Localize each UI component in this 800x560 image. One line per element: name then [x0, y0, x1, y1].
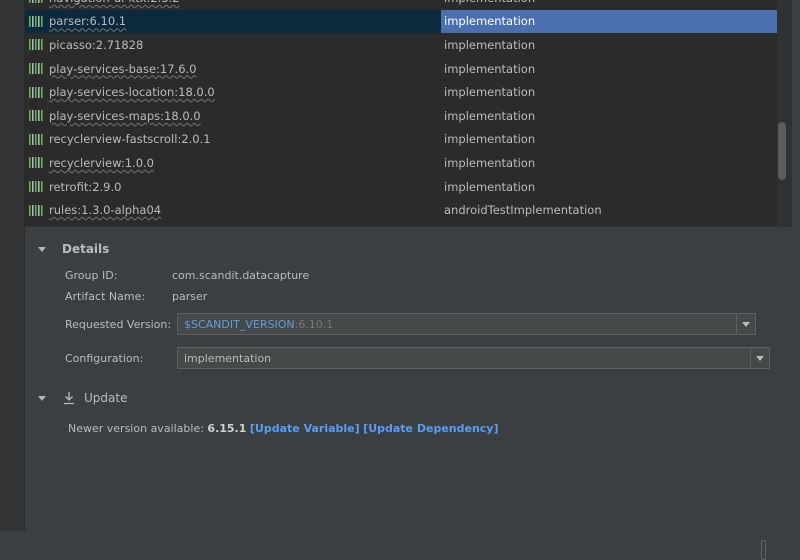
update-text: Newer version available:	[68, 422, 208, 435]
library-icon	[29, 15, 43, 27]
update-variable-link[interactable]: [Update Variable]	[250, 422, 360, 435]
update-title: Update	[84, 391, 128, 405]
library-icon	[29, 39, 43, 51]
dependency-cell[interactable]: recyclerview:1.0.0	[25, 151, 441, 175]
library-icon	[29, 0, 43, 4]
configuration-label: Configuration:	[65, 352, 144, 365]
configuration-cell[interactable]: implementation	[441, 57, 777, 81]
update-section-header[interactable]: Update	[38, 391, 127, 405]
left-tool-strip	[0, 0, 25, 531]
table-row[interactable]: play-services-location:18.0.0 implementat…	[25, 80, 777, 104]
download-icon	[64, 392, 74, 405]
table-row[interactable]: rules:1.3.0-alpha04 androidTestImplementa…	[25, 198, 777, 222]
configuration-cell[interactable]: implementation	[441, 104, 777, 128]
table-row[interactable]: retrofit:2.9.0 implementation	[25, 175, 777, 199]
artifact-name-value: parser	[172, 290, 208, 303]
dependency-cell[interactable]: play-services-location:18.0.0	[25, 80, 441, 104]
dependency-name: play-services-location:18.0.0	[49, 85, 215, 100]
table-row[interactable]: recyclerview:1.0.0 implementation	[25, 151, 777, 175]
library-icon	[29, 110, 43, 122]
table-scrollbar-thumb[interactable]	[778, 122, 786, 180]
collapse-triangle-icon[interactable]	[38, 395, 46, 401]
group-id-value: com.scandit.datacapture	[172, 269, 310, 282]
right-edge	[792, 0, 800, 531]
library-icon	[29, 204, 43, 216]
library-icon	[29, 133, 43, 145]
library-icon	[29, 86, 43, 98]
dependency-cell[interactable]: play-services-maps:18.0.0	[25, 104, 441, 128]
requested-version-dropdown-button[interactable]	[736, 314, 755, 334]
details-panel: Details Group ID: com.scandit.datacaptur…	[25, 226, 792, 560]
requested-version-field[interactable]: $SCANDIT_VERSION : 6.10.1	[177, 313, 756, 335]
dependency-name: parser:6.10.1	[49, 14, 127, 29]
collapse-triangle-icon[interactable]	[38, 246, 46, 252]
dependency-cell[interactable]: navigation-ui-ktx:2.3.2	[25, 0, 441, 10]
dependency-cell[interactable]: play-services-base:17.6.0	[25, 57, 441, 81]
dependency-name: play-services-base:17.6.0	[49, 61, 197, 76]
requested-version-side-button[interactable]	[761, 540, 766, 560]
dependency-cell[interactable]: recyclerview-fastscroll:2.0.1	[25, 128, 441, 152]
dependency-cell[interactable]: rules:1.3.0-alpha04	[25, 198, 441, 222]
configuration-cell[interactable]: implementation	[441, 128, 777, 152]
configuration-cell[interactable]: implementation	[441, 175, 777, 199]
library-icon	[29, 63, 43, 75]
dependency-name: rules:1.3.0-alpha04	[49, 203, 162, 218]
table-row[interactable]: navigation-ui-ktx:2.3.2 implementation	[25, 0, 777, 10]
dependency-name: recyclerview:1.0.0	[49, 155, 154, 170]
dependency-cell[interactable]: retrofit:2.9.0	[25, 175, 441, 199]
library-icon	[29, 181, 43, 193]
configuration-cell[interactable]: implementation	[441, 9, 777, 34]
group-id-label: Group ID:	[65, 269, 118, 282]
version-variable-value: 6.10.1	[298, 317, 334, 331]
update-version: 6.15.1	[207, 422, 247, 435]
configuration-value: implementation	[184, 351, 272, 365]
dependency-table: navigation-ui-ktx:2.3.2implementationpar…	[25, 0, 777, 226]
details-section-header[interactable]: Details	[38, 242, 109, 256]
dependency-name: navigation-ui-ktx:2.3.2	[49, 0, 180, 5]
dependency-cell[interactable]: parser:6.10.1	[25, 9, 441, 34]
configuration-cell[interactable]: implementation	[441, 151, 777, 175]
table-row[interactable]: recyclerview-fastscroll:2.0.1 implementat…	[25, 128, 777, 152]
requested-version-label: Requested Version:	[65, 318, 172, 331]
dependency-name: retrofit:2.9.0	[49, 179, 122, 194]
details-title: Details	[62, 242, 110, 256]
dependency-name: recyclerview-fastscroll:2.0.1	[49, 132, 211, 147]
configuration-cell[interactable]: androidTestImplementation	[441, 198, 777, 222]
table-scrollbar-track[interactable]	[777, 0, 792, 226]
chevron-down-icon	[742, 321, 750, 327]
library-icon	[29, 157, 43, 169]
table-row[interactable]: picasso:2.71828 implementation	[25, 33, 777, 57]
artifact-name-label: Artifact Name:	[65, 290, 146, 303]
dependency-cell[interactable]: picasso:2.71828	[25, 33, 441, 57]
dependency-name: play-services-maps:18.0.0	[49, 108, 201, 123]
update-message: Newer version available: 6.15.1 [Update …	[68, 422, 499, 435]
update-dependency-link[interactable]: [Update Dependency]	[363, 422, 498, 435]
configuration-dropdown-button[interactable]	[750, 348, 769, 368]
configuration-cell[interactable]: implementation	[441, 33, 777, 57]
table-row[interactable]: play-services-base:17.6.0 implementation	[25, 57, 777, 81]
chevron-down-icon	[756, 355, 764, 361]
configuration-cell[interactable]: implementation	[441, 80, 777, 104]
table-row[interactable]: play-services-maps:18.0.0 implementation	[25, 104, 777, 128]
version-variable-name: $SCANDIT_VERSION	[184, 317, 295, 331]
dependency-name: picasso:2.71828	[49, 37, 144, 52]
table-row[interactable]: parser:6.10.1 implementation	[25, 9, 777, 34]
configuration-cell[interactable]: implementation	[441, 0, 777, 10]
configuration-select[interactable]: implementation	[177, 347, 770, 369]
